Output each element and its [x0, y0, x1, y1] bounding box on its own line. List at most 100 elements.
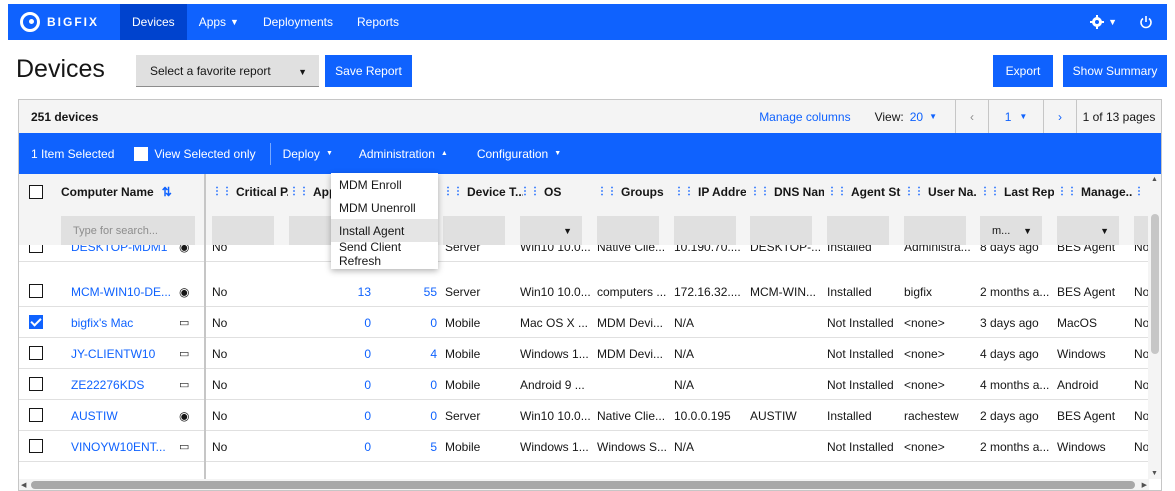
- row-checkbox[interactable]: [29, 408, 43, 422]
- menu-item-mdm-enroll[interactable]: MDM Enroll: [331, 173, 438, 196]
- critical-filter-input[interactable]: [212, 216, 274, 247]
- sort-icon[interactable]: ⇅: [162, 185, 172, 199]
- applicable-cell[interactable]: 0: [319, 369, 371, 400]
- row-checkbox[interactable]: [29, 377, 43, 391]
- device-type-filter-input[interactable]: [443, 216, 505, 247]
- view-selected-checkbox[interactable]: [134, 146, 149, 161]
- nav-devices[interactable]: Devices: [120, 4, 187, 40]
- deploy-menu[interactable]: Deploy ▼: [283, 147, 333, 161]
- computer-name-link[interactable]: MCM-WIN10-DE...: [71, 276, 171, 307]
- drag-handle-icon[interactable]: ⋮⋮: [289, 186, 309, 197]
- managed-filter-select[interactable]: ▼: [1057, 216, 1119, 247]
- drag-handle-icon[interactable]: ⋮⋮: [1134, 186, 1149, 197]
- applicable-cell[interactable]: 0: [319, 400, 371, 431]
- col-dns[interactable]: ⋮⋮ DNS Name: [750, 174, 824, 209]
- applicable-cell[interactable]: 13: [319, 276, 371, 307]
- show-summary-button[interactable]: Show Summary: [1063, 55, 1167, 87]
- drag-handle-icon[interactable]: ⋮⋮: [750, 186, 770, 197]
- brand[interactable]: BIGFIX: [20, 12, 120, 32]
- view-selected-toggle[interactable]: View Selected only: [134, 146, 256, 161]
- applicable-cell[interactable]: 0: [319, 431, 371, 462]
- select-all-checkbox[interactable]: [29, 185, 43, 199]
- page-size-select[interactable]: 20 ▼: [910, 110, 937, 124]
- settings-menu[interactable]: ▼: [1090, 15, 1117, 29]
- col-device-type[interactable]: ⋮⋮ Device T...: [443, 174, 523, 209]
- col-managed[interactable]: ⋮⋮ Manage...: [1057, 174, 1133, 209]
- table-row[interactable]: AUSTIW ◉ 0 0 No Server Win10 10.0... Native Cli…: [19, 400, 1149, 431]
- page-select[interactable]: 1 ▼: [989, 110, 1043, 124]
- applicable-cell[interactable]: 0: [319, 307, 371, 338]
- row-checkbox[interactable]: [29, 315, 43, 329]
- count-cell[interactable]: 0: [379, 400, 437, 431]
- count-cell[interactable]: 0: [379, 307, 437, 338]
- more-filter-input[interactable]: [1134, 216, 1149, 247]
- menu-item-mdm-unenroll[interactable]: MDM Unenroll: [331, 196, 438, 219]
- row-checkbox[interactable]: [29, 439, 43, 453]
- table-row[interactable]: DESKTOP-MDM1 ◉ No Server Win10 10.0... Native…: [19, 245, 1149, 262]
- applicable-cell[interactable]: 0: [319, 338, 371, 369]
- horizontal-scrollbar[interactable]: ◀ ▶: [19, 479, 1149, 490]
- user-name-filter-input[interactable]: [904, 216, 966, 247]
- col-more[interactable]: ⋮⋮...: [1134, 174, 1149, 209]
- export-button[interactable]: Export: [993, 55, 1053, 87]
- drag-handle-icon[interactable]: ⋮⋮: [674, 186, 694, 197]
- col-last-report[interactable]: ⋮⋮ Last Rep...: [980, 174, 1054, 209]
- os-filter-select[interactable]: ▼: [520, 216, 582, 247]
- vertical-scrollbar[interactable]: ▲ ▼: [1148, 174, 1161, 479]
- scroll-down-icon[interactable]: ▼: [1151, 470, 1158, 477]
- row-checkbox[interactable]: [29, 346, 43, 360]
- drag-handle-icon[interactable]: ⋮⋮: [827, 186, 847, 197]
- menu-item-send-client-refresh[interactable]: Send Client Refresh: [331, 240, 438, 268]
- manage-columns-link[interactable]: Manage columns: [759, 110, 850, 124]
- favorite-report-select[interactable]: Select a favorite report ▼: [136, 55, 319, 87]
- groups-filter-input[interactable]: [597, 216, 659, 247]
- col-critical[interactable]: ⋮⋮ Critical P...: [212, 174, 288, 209]
- drag-handle-icon[interactable]: ⋮⋮: [904, 186, 924, 197]
- drag-handle-icon[interactable]: ⋮⋮: [212, 186, 232, 197]
- computer-name-link[interactable]: ZE22276KDS: [71, 369, 171, 400]
- count-cell[interactable]: 4: [379, 338, 437, 369]
- next-page-icon[interactable]: ›: [1044, 110, 1076, 124]
- computer-name-link[interactable]: DESKTOP-MDM1: [71, 245, 171, 261]
- drag-handle-icon[interactable]: ⋮⋮: [980, 186, 1000, 197]
- administration-menu[interactable]: Administration ▲: [359, 147, 448, 161]
- table-row[interactable]: MCM-WIN10-DE... ◉ 13 55 No Server Win10 10.0..…: [19, 276, 1149, 307]
- col-agent-status[interactable]: ⋮⋮ Agent St...: [827, 174, 901, 209]
- dns-filter-input[interactable]: [750, 216, 812, 247]
- scroll-right-icon[interactable]: ▶: [1142, 481, 1147, 489]
- col-ip[interactable]: ⋮⋮ IP Addre...: [674, 174, 746, 209]
- computer-name-search-input[interactable]: Type for search...: [61, 216, 195, 247]
- save-report-button[interactable]: Save Report: [325, 55, 412, 87]
- agent-status-filter-input[interactable]: [827, 216, 889, 247]
- col-computer-name[interactable]: Computer Name ⇅: [61, 174, 201, 209]
- scroll-left-icon[interactable]: ◀: [21, 481, 26, 489]
- table-row[interactable]: ZE22276KDS ▭ 0 0 No Mobile Android 9 ... N/A Not…: [19, 369, 1149, 400]
- nav-deployments[interactable]: Deployments: [251, 4, 345, 40]
- prev-page-icon[interactable]: ‹: [956, 110, 988, 124]
- horizontal-scroll-thumb[interactable]: [31, 481, 1135, 489]
- nav-reports[interactable]: Reports: [345, 4, 411, 40]
- table-row[interactable]: JY-CLIENTW10 ▭ 0 4 No Mobile Windows 1... MDM D…: [19, 338, 1149, 369]
- table-row[interactable]: bigfix's Mac ▭ 0 0 No Mobile Mac OS X ... MDM D…: [19, 307, 1149, 338]
- drag-handle-icon[interactable]: ⋮⋮: [520, 186, 540, 197]
- computer-name-link[interactable]: JY-CLIENTW10: [71, 338, 171, 369]
- configuration-menu[interactable]: Configuration ▼: [477, 147, 561, 161]
- count-cell[interactable]: 5: [379, 431, 437, 462]
- drag-handle-icon[interactable]: ⋮⋮: [443, 186, 463, 197]
- count-cell[interactable]: 55: [379, 276, 437, 307]
- col-groups[interactable]: ⋮⋮ Groups: [597, 174, 669, 209]
- col-user-name[interactable]: ⋮⋮ User Na...: [904, 174, 976, 209]
- last-report-filter-select[interactable]: m... ▼: [980, 216, 1042, 247]
- nav-apps[interactable]: Apps ▼: [187, 4, 251, 40]
- computer-name-link[interactable]: VINOYW10ENT...: [71, 431, 171, 462]
- row-checkbox[interactable]: [29, 245, 43, 253]
- computer-name-link[interactable]: bigfix's Mac: [71, 307, 171, 338]
- applicable-filter-input[interactable]: [289, 216, 334, 247]
- computer-name-link[interactable]: AUSTIW: [71, 400, 171, 431]
- ip-filter-input[interactable]: [674, 216, 736, 247]
- power-icon[interactable]: [1139, 15, 1153, 29]
- scroll-up-icon[interactable]: ▲: [1151, 176, 1158, 183]
- col-os[interactable]: ⋮⋮ OS: [520, 174, 590, 209]
- count-cell[interactable]: 0: [379, 369, 437, 400]
- drag-handle-icon[interactable]: ⋮⋮: [1057, 186, 1077, 197]
